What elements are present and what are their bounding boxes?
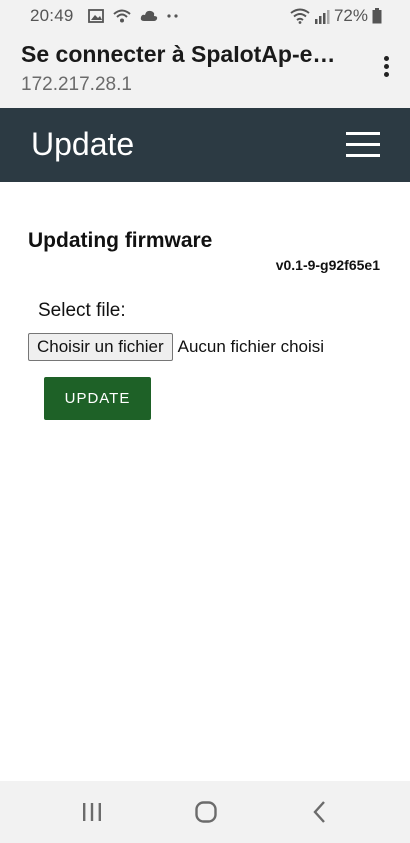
battery-percentage: 72%	[333, 6, 368, 25]
signal-icon	[314, 9, 330, 24]
more-vert-icon[interactable]	[382, 56, 390, 80]
more-notifications-icon	[167, 14, 178, 18]
wifi-icon	[290, 8, 310, 24]
browser-toolbar: Se connecter à SpaIotAp-e… 172.217.28.1	[0, 32, 410, 108]
app-header: Update	[0, 108, 410, 182]
file-input: Choisir un fichier Aucun fichier choisi	[28, 333, 324, 361]
recent-apps-icon[interactable]	[78, 799, 106, 825]
file-status-text: Aucun fichier choisi	[177, 337, 325, 356]
firmware-version: v0.1-9-g92f65e1	[275, 257, 380, 273]
section-heading: Updating firmware	[28, 229, 213, 252]
update-button[interactable]: UPDATE	[44, 377, 151, 420]
back-icon[interactable]	[306, 799, 334, 825]
home-icon[interactable]	[192, 799, 220, 825]
hamburger-menu-icon[interactable]	[346, 132, 380, 158]
cloud-icon	[140, 10, 158, 21]
system-icons: 72%	[286, 6, 382, 26]
page-title: Update	[31, 126, 135, 162]
notification-icons	[88, 7, 188, 25]
wifi-calling-icon	[113, 9, 131, 23]
status-bar: 20:49 72%	[0, 0, 410, 32]
select-file-label: Select file:	[38, 300, 126, 321]
battery-icon	[372, 8, 382, 24]
browser-page-title: Se connecter à SpaIotAp-e…	[21, 41, 336, 67]
navigation-bar	[0, 781, 410, 843]
image-icon	[88, 9, 104, 23]
browser-url: 172.217.28.1	[21, 74, 132, 95]
status-time: 20:49	[30, 6, 74, 25]
choose-file-button[interactable]: Choisir un fichier	[28, 333, 173, 361]
